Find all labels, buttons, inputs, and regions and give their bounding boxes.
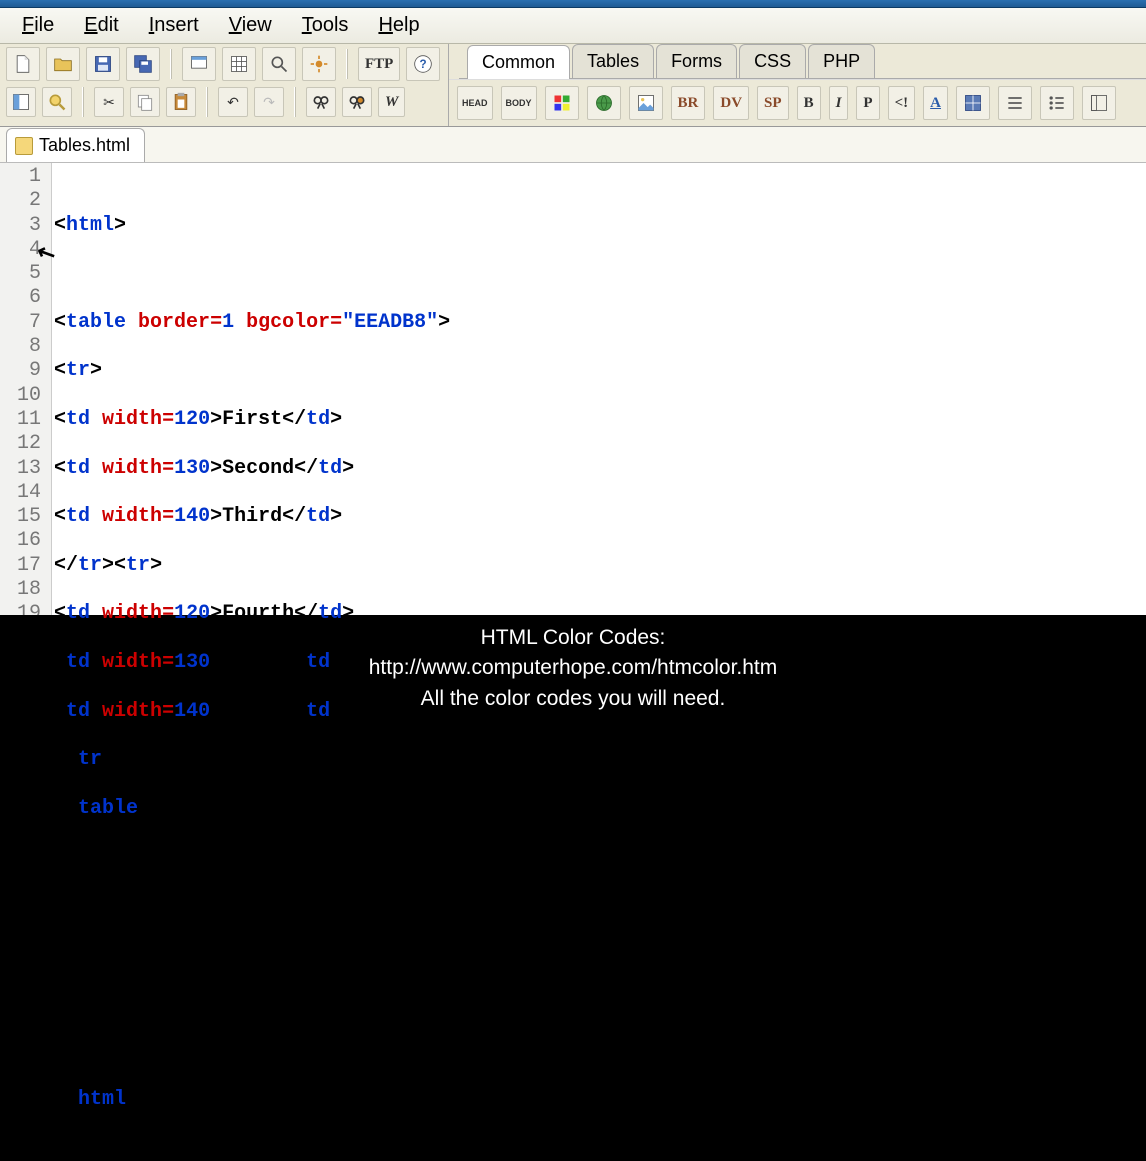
- replace-button[interactable]: [342, 87, 372, 117]
- tab-php[interactable]: PHP: [808, 44, 875, 78]
- tab-tables[interactable]: Tables: [572, 44, 654, 78]
- settings-button[interactable]: [302, 47, 336, 81]
- paste-button[interactable]: [166, 87, 196, 117]
- paragraph-button[interactable]: P: [856, 86, 879, 120]
- find-in-files-button[interactable]: [262, 47, 296, 81]
- image-button[interactable]: [629, 86, 663, 120]
- menubar: FFileile Edit Insert View Tools Help: [0, 8, 1146, 44]
- body-tag-button[interactable]: BODY: [501, 86, 537, 120]
- right-toolbar-panel: Common Tables Forms CSS PHP HEAD BODY BR…: [448, 44, 1146, 126]
- titlebar: [0, 0, 1146, 8]
- layout-button[interactable]: [1082, 86, 1116, 120]
- sp-button[interactable]: SP: [757, 86, 789, 120]
- menu-tools[interactable]: Tools: [288, 12, 363, 39]
- table-insert-button[interactable]: [956, 86, 990, 120]
- dv-button[interactable]: DV: [713, 86, 749, 120]
- left-toolbar: FTP ? ✂ ↶ ↷ W: [0, 44, 448, 126]
- separator: [206, 87, 208, 117]
- cut-button[interactable]: ✂: [94, 87, 124, 117]
- calendar-button[interactable]: [222, 47, 256, 81]
- svg-text:?: ?: [420, 58, 427, 71]
- bold-button[interactable]: B: [797, 86, 821, 120]
- copy-button[interactable]: [130, 87, 160, 117]
- save-button[interactable]: [86, 47, 120, 81]
- menu-file[interactable]: FFileile: [8, 12, 68, 39]
- code-editor[interactable]: 12345678910111213141516171819 ↖ <html> <…: [0, 163, 1146, 615]
- redo-button[interactable]: ↷: [254, 87, 284, 117]
- save-all-button[interactable]: [126, 47, 160, 81]
- ftp-button[interactable]: FTP: [358, 47, 400, 81]
- comment-button[interactable]: <!: [888, 86, 916, 120]
- editor-area: Tables.html 1234567891011121314151617181…: [0, 127, 1146, 615]
- separator: [82, 87, 84, 117]
- br-button[interactable]: BR: [671, 86, 706, 120]
- insert-toolbar: HEAD BODY BR DV SP B I P <! A: [449, 79, 1146, 126]
- link-button[interactable]: [587, 86, 621, 120]
- colors-button[interactable]: [545, 86, 579, 120]
- align-button[interactable]: [998, 86, 1032, 120]
- document-tab[interactable]: Tables.html: [6, 128, 145, 162]
- list-button[interactable]: [1040, 86, 1074, 120]
- find-button[interactable]: [306, 87, 336, 117]
- zoom-button[interactable]: [42, 87, 72, 117]
- insert-tabset: Common Tables Forms CSS PHP: [459, 44, 1146, 79]
- italic-button[interactable]: I: [829, 86, 849, 120]
- line-gutter: 12345678910111213141516171819: [0, 163, 52, 615]
- menu-insert[interactable]: Insert: [135, 12, 213, 39]
- tab-forms[interactable]: Forms: [656, 44, 737, 78]
- html-file-icon: [15, 137, 33, 155]
- menu-help[interactable]: Help: [364, 12, 433, 39]
- separator: [170, 49, 172, 79]
- app-window: FFileile Edit Insert View Tools Help: [0, 0, 1146, 720]
- tab-css[interactable]: CSS: [739, 44, 806, 78]
- undo-button[interactable]: ↶: [218, 87, 248, 117]
- document-tabs: Tables.html: [0, 127, 1146, 163]
- tab-common[interactable]: Common: [467, 45, 570, 79]
- menu-view[interactable]: View: [215, 12, 286, 39]
- toolbar-container: FTP ? ✂ ↶ ↷ W: [0, 44, 1146, 127]
- new-file-button[interactable]: [6, 47, 40, 81]
- head-tag-button[interactable]: HEAD: [457, 86, 493, 120]
- separator: [294, 87, 296, 117]
- help-button[interactable]: ?: [406, 47, 440, 81]
- document-tab-label: Tables.html: [39, 135, 130, 156]
- anchor-button[interactable]: A: [923, 86, 948, 120]
- menu-edit[interactable]: Edit: [70, 12, 132, 39]
- browser-preview-button[interactable]: [182, 47, 216, 81]
- open-file-button[interactable]: [46, 47, 80, 81]
- word-wrap-button[interactable]: W: [378, 87, 405, 117]
- code-content[interactable]: ↖ <html> <table border=1 bgcolor="EEADB8…: [52, 163, 1146, 615]
- separator: [346, 49, 348, 79]
- toggle-panel-button[interactable]: [6, 87, 36, 117]
